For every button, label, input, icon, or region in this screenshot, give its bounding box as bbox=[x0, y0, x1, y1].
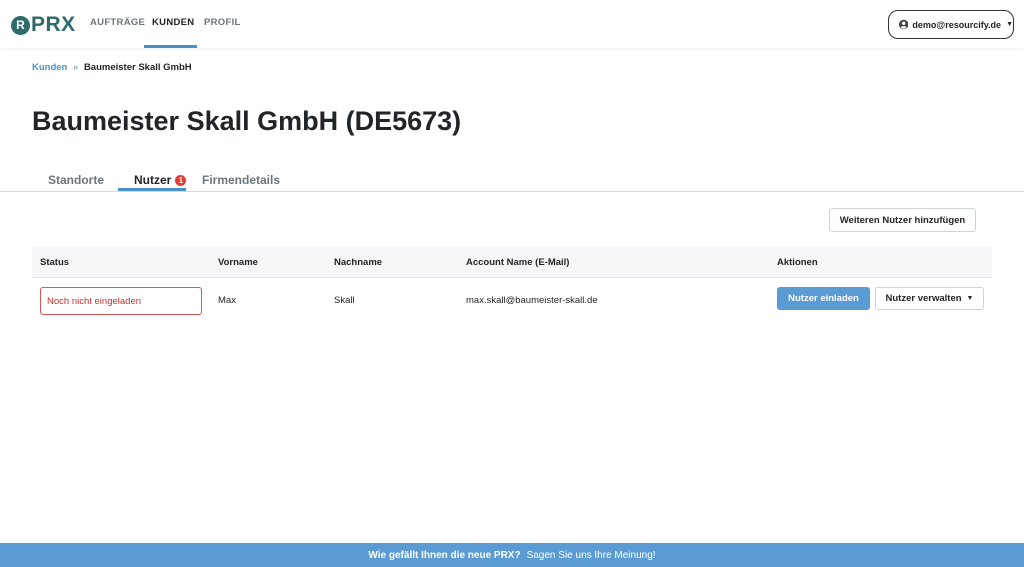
page-title: Baumeister Skall GmbH (DE5673) bbox=[32, 106, 462, 136]
breadcrumb-link-kunden[interactable]: Kunden bbox=[32, 62, 67, 73]
add-user-button[interactable]: Weiteren Nutzer hinzufügen bbox=[829, 208, 976, 232]
cell-email: max.skall@baumeister-skall.de bbox=[466, 295, 598, 306]
user-email: demo@resourcify.de bbox=[912, 19, 1002, 30]
tab-nutzer-label: Nutzer bbox=[134, 173, 172, 187]
chevron-down-icon: ▼ bbox=[1006, 21, 1013, 28]
tab-firmendetails[interactable]: Firmendetails bbox=[202, 173, 280, 187]
cell-first-name: Max bbox=[218, 295, 236, 306]
user-menu-button[interactable]: demo@resourcify.de ▼ bbox=[888, 10, 1014, 39]
breadcrumb-current: Baumeister Skall GmbH bbox=[83, 62, 192, 73]
feedback-question: Wie gefällt Ihnen die neue PRX? bbox=[368, 549, 521, 561]
feedback-link[interactable]: Sagen Sie uns Ihre Meinung! bbox=[527, 550, 656, 561]
invite-user-button[interactable]: Nutzer einladen bbox=[777, 287, 870, 310]
column-header-aktionen: Aktionen bbox=[777, 257, 818, 268]
nav-active-indicator bbox=[144, 45, 197, 48]
column-header-nachname: Nachname bbox=[334, 257, 383, 268]
breadcrumb-separator: » bbox=[73, 62, 79, 73]
column-header-status: Status bbox=[40, 257, 70, 268]
breadcrumb: Kunden » Baumeister Skall GmbH bbox=[32, 62, 192, 73]
logo-text: PRX bbox=[31, 13, 76, 36]
column-header-vorname: Vorname bbox=[218, 257, 258, 268]
top-navbar: R PRX AUFTRÄGE KUNDEN PROFIL demo@resour… bbox=[0, 0, 1024, 48]
status-badge: Noch nicht eingeladen bbox=[40, 287, 202, 315]
table-header: Status Vorname Nachname Account Name (E-… bbox=[32, 247, 992, 278]
column-header-email: Account Name (E-Mail) bbox=[466, 257, 570, 268]
logo-mark: R bbox=[11, 15, 30, 35]
user-circle-icon bbox=[899, 19, 909, 30]
nav-link-profil[interactable]: PROFIL bbox=[204, 17, 241, 28]
tab-standorte[interactable]: Standorte bbox=[48, 173, 104, 187]
cell-last-name: Skall bbox=[334, 295, 355, 306]
chevron-down-icon: ▼ bbox=[966, 295, 974, 302]
table-row: Noch nicht eingeladen Max Skall max.skal… bbox=[32, 278, 992, 322]
nav-link-kunden[interactable]: KUNDEN bbox=[152, 17, 194, 28]
tab-active-indicator bbox=[118, 188, 186, 191]
tab-nutzer[interactable]: Nutzer 1 bbox=[134, 173, 187, 187]
manage-user-label: Nutzer verwalten bbox=[885, 293, 962, 304]
notification-badge: 1 bbox=[175, 175, 187, 186]
prx-logo[interactable]: R PRX bbox=[11, 13, 76, 37]
nav-link-auftraege[interactable]: AUFTRÄGE bbox=[90, 17, 145, 28]
feedback-banner: Wie gefällt Ihnen die neue PRX? Sagen Si… bbox=[0, 543, 1024, 567]
manage-user-dropdown[interactable]: Nutzer verwalten ▼ bbox=[875, 287, 984, 310]
users-table: Status Vorname Nachname Account Name (E-… bbox=[32, 247, 992, 322]
